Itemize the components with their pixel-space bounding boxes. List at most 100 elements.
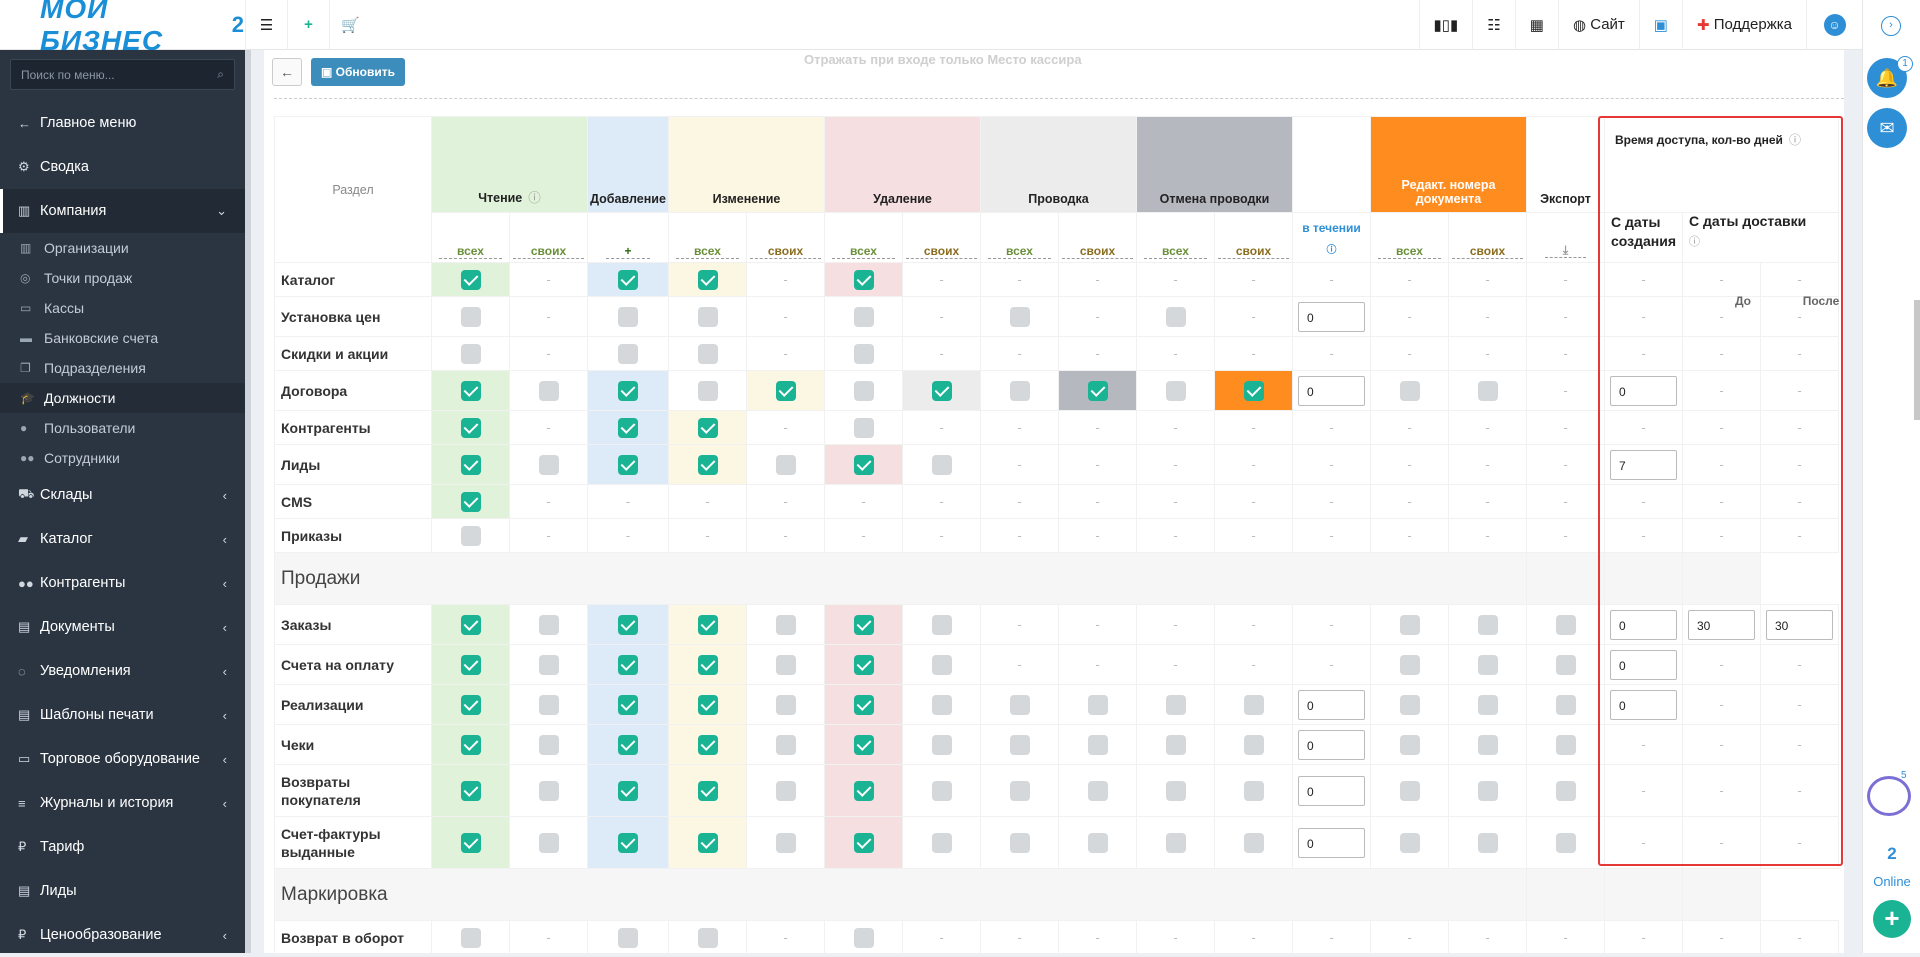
- checkbox-checked[interactable]: [618, 780, 638, 801]
- calendar-icon[interactable]: ▦: [1514, 0, 1558, 50]
- checkbox-unchecked[interactable]: [853, 417, 874, 438]
- checkbox-unchecked[interactable]: [775, 694, 796, 715]
- checkbox-unchecked[interactable]: [460, 927, 481, 948]
- checkbox-unchecked[interactable]: [1165, 694, 1186, 715]
- days-input[interactable]: 0: [1610, 375, 1677, 406]
- checkbox-unchecked[interactable]: [1399, 780, 1420, 801]
- checkbox-unchecked[interactable]: [538, 654, 559, 675]
- sidebar-item[interactable]: ₽ Тариф: [0, 825, 245, 869]
- checkbox-unchecked[interactable]: [1243, 832, 1264, 853]
- sidebar-item[interactable]: ⛟ Склады ‹: [0, 473, 245, 517]
- checkbox-unchecked[interactable]: [1009, 306, 1030, 327]
- checkbox-unchecked[interactable]: [697, 380, 718, 401]
- checkbox-checked[interactable]: [460, 614, 481, 635]
- checkbox-unchecked[interactable]: [1555, 654, 1576, 675]
- perm-cell[interactable]: 30: [1682, 604, 1761, 645]
- sidebar-item[interactable]: ▭ Торговое оборудование ‹: [0, 737, 245, 781]
- checkbox-checked[interactable]: [697, 832, 718, 853]
- days-input[interactable]: 30: [1766, 609, 1833, 640]
- checkbox-unchecked[interactable]: [931, 694, 952, 715]
- checkbox-checked[interactable]: [460, 694, 481, 715]
- checkbox-unchecked[interactable]: [538, 780, 559, 801]
- checkbox-checked[interactable]: [618, 654, 638, 675]
- cart-icon[interactable]: 🛒: [329, 0, 371, 50]
- checkbox-unchecked[interactable]: [1399, 654, 1420, 675]
- checkbox-unchecked[interactable]: [931, 614, 952, 635]
- checkbox-unchecked[interactable]: [697, 306, 718, 327]
- checkbox-unchecked[interactable]: [538, 694, 559, 715]
- checkbox-checked[interactable]: [460, 454, 481, 475]
- checkbox-unchecked[interactable]: [931, 454, 952, 475]
- checkbox-unchecked[interactable]: [931, 654, 952, 675]
- sidebar-item[interactable]: ▭ Кассы: [0, 293, 245, 323]
- subheader-label[interactable]: всех: [988, 244, 1051, 259]
- checkbox-checked[interactable]: [775, 380, 796, 401]
- checkbox-unchecked[interactable]: [1477, 654, 1498, 675]
- days-input[interactable]: 0: [1610, 609, 1677, 640]
- subheader-label[interactable]: своих: [749, 244, 822, 259]
- checkbox-unchecked[interactable]: [1399, 734, 1420, 755]
- site-link[interactable]: ◍ Сайт: [1557, 0, 1639, 50]
- sidebar-item[interactable]: ≡ Журналы и история ‹: [0, 781, 245, 825]
- list-icon[interactable]: ☷: [1472, 0, 1514, 50]
- sidebar-item[interactable]: ⚙ Сводка: [0, 145, 245, 189]
- checkbox-checked[interactable]: [697, 454, 718, 475]
- checkbox-unchecked[interactable]: [1399, 380, 1420, 401]
- sidebar-item[interactable]: 🎓 Должности: [0, 383, 245, 413]
- checkbox-checked[interactable]: [853, 694, 874, 715]
- checkbox-unchecked[interactable]: [1399, 694, 1420, 715]
- checkbox-checked[interactable]: [618, 417, 638, 438]
- checkbox-unchecked[interactable]: [1087, 734, 1108, 755]
- checkbox-unchecked[interactable]: [697, 927, 718, 948]
- sidebar-scrollbar[interactable]: [245, 50, 251, 953]
- online-count[interactable]: 2: [1863, 844, 1920, 864]
- checkbox-unchecked[interactable]: [1009, 694, 1030, 715]
- add-chat-button[interactable]: +: [1873, 900, 1911, 938]
- checkbox-checked[interactable]: [853, 832, 874, 853]
- sidebar-item[interactable]: ▥ Компания ⌄: [0, 189, 245, 233]
- checkbox-unchecked[interactable]: [1477, 380, 1498, 401]
- checkbox-checked[interactable]: [697, 694, 718, 715]
- checkbox-unchecked[interactable]: [853, 927, 874, 948]
- checkbox-unchecked[interactable]: [1009, 734, 1030, 755]
- sidebar-item[interactable]: ●● Контрагенты ‹: [0, 561, 245, 605]
- perm-cell[interactable]: 0: [1604, 604, 1683, 645]
- sidebar-item[interactable]: ● Пользователи: [0, 413, 245, 443]
- subheader-label[interactable]: всех: [676, 244, 739, 259]
- perm-cell[interactable]: 0: [1292, 370, 1371, 411]
- checkbox-unchecked[interactable]: [1243, 780, 1264, 801]
- checkbox-unchecked[interactable]: [618, 306, 638, 327]
- download-icon[interactable]: ⤓: [1544, 243, 1587, 258]
- checkbox-unchecked[interactable]: [1243, 734, 1264, 755]
- checkbox-unchecked[interactable]: [853, 306, 874, 327]
- checkbox-unchecked[interactable]: [1399, 614, 1420, 635]
- checkbox-unchecked[interactable]: [1009, 780, 1030, 801]
- checkbox-checked[interactable]: [697, 417, 718, 438]
- perm-cell[interactable]: 7: [1604, 444, 1683, 485]
- perm-cell[interactable]: 0: [1292, 684, 1371, 725]
- subheader-label[interactable]: своих: [1217, 244, 1290, 259]
- checkbox-unchecked[interactable]: [1165, 734, 1186, 755]
- support-link[interactable]: ✚ Поддержка: [1681, 0, 1806, 50]
- checkbox-unchecked[interactable]: [697, 343, 718, 364]
- checkbox-checked[interactable]: [618, 454, 638, 475]
- checkbox-unchecked[interactable]: [1087, 832, 1108, 853]
- checkbox-checked[interactable]: [460, 654, 481, 675]
- checkbox-unchecked[interactable]: [775, 454, 796, 475]
- sidebar-item[interactable]: ▰ Каталог ‹: [0, 517, 245, 561]
- checkbox-unchecked[interactable]: [1165, 306, 1186, 327]
- days-input[interactable]: 7: [1610, 449, 1677, 480]
- checkbox-unchecked[interactable]: [618, 927, 638, 948]
- checkbox-checked[interactable]: [460, 734, 481, 755]
- checkbox-unchecked[interactable]: [1477, 694, 1498, 715]
- sidebar-item[interactable]: ← Главное меню: [0, 101, 245, 145]
- sidebar-item[interactable]: ▥ Организации: [0, 233, 245, 263]
- bot-icon[interactable]: [1867, 776, 1911, 816]
- subheader-label[interactable]: своих: [905, 244, 978, 259]
- checkbox-unchecked[interactable]: [1555, 780, 1576, 801]
- subheader-label[interactable]: всех: [832, 244, 895, 259]
- perm-cell[interactable]: 0: [1292, 816, 1371, 869]
- days-input[interactable]: 0: [1298, 375, 1365, 406]
- sidebar-item[interactable]: ◎ Точки продаж: [0, 263, 245, 293]
- days-input[interactable]: 30: [1688, 609, 1755, 640]
